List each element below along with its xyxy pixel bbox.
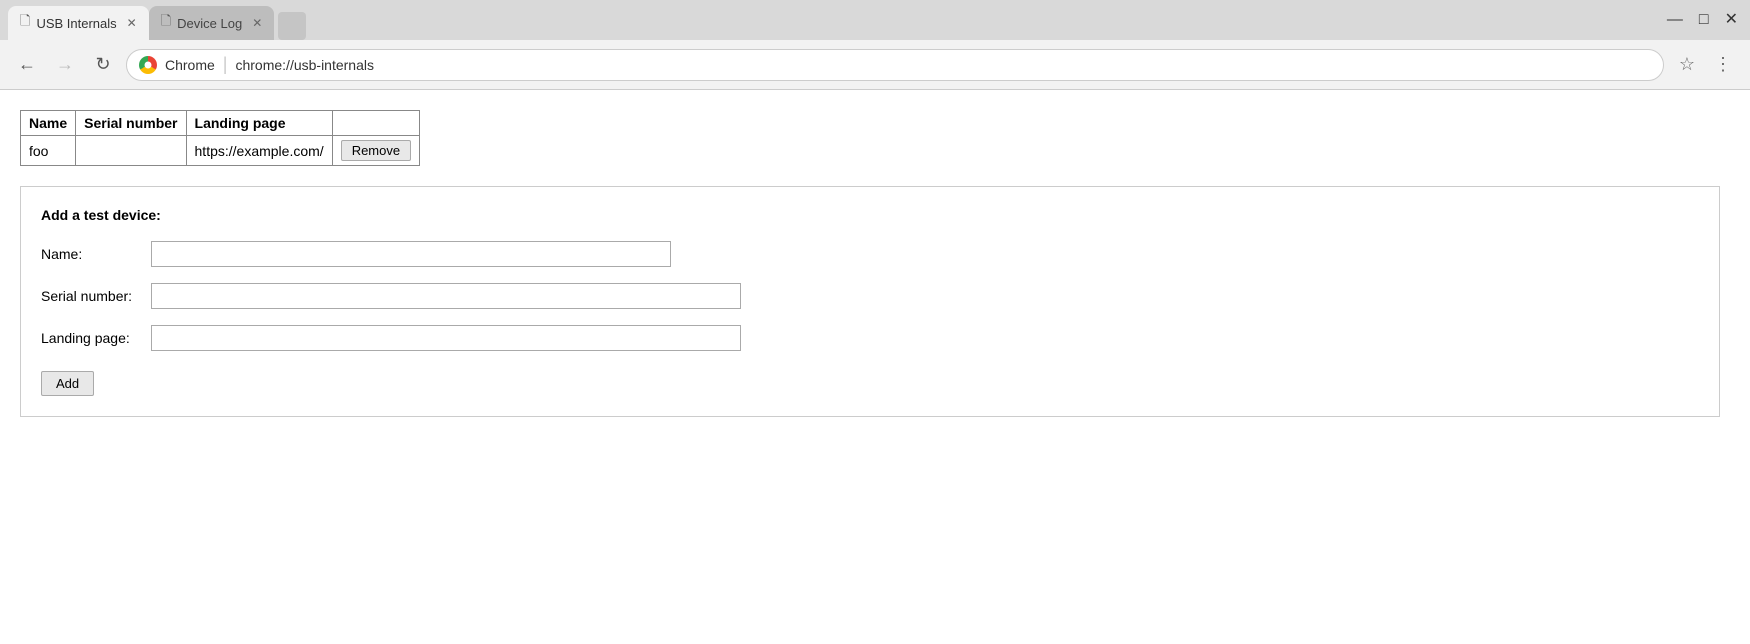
add-device-title: Add a test device:	[41, 207, 1699, 223]
close-button[interactable]: ✕	[1725, 12, 1738, 28]
add-button[interactable]: Add	[41, 371, 94, 396]
tab-device-log[interactable]: 🗋 Device Log ✕	[149, 6, 275, 40]
chrome-icon	[139, 56, 157, 74]
window-controls: — □ ✕	[1667, 12, 1738, 28]
remove-button[interactable]: Remove	[341, 140, 411, 161]
cell-action: Remove	[332, 136, 419, 166]
col-header-landing: Landing page	[186, 111, 332, 136]
bookmark-button[interactable]: ☆	[1672, 50, 1702, 80]
reload-button[interactable]: ↻	[88, 50, 118, 80]
new-tab-button[interactable]	[278, 12, 306, 40]
forward-button[interactable]: →	[50, 50, 80, 80]
tab-usb-internals[interactable]: 🗋 USB Internals ✕	[8, 6, 149, 40]
tab-page-icon: 🗋	[20, 12, 30, 34]
toolbar: ← → ↻ Chrome | chrome://usb-internals ☆ …	[0, 40, 1750, 90]
menu-button[interactable]: ⋮	[1708, 50, 1738, 80]
title-bar: 🗋 USB Internals ✕ 🗋 Device Log ✕ — □ ✕	[0, 0, 1750, 40]
minimize-button[interactable]: —	[1667, 12, 1683, 28]
device-table: Name Serial number Landing page foo http…	[20, 110, 420, 166]
landing-row: Landing page:	[41, 325, 1699, 351]
maximize-button[interactable]: □	[1699, 12, 1709, 28]
col-header-action	[332, 111, 419, 136]
cell-name: foo	[21, 136, 76, 166]
page-content: Name Serial number Landing page foo http…	[0, 90, 1750, 644]
serial-row: Serial number:	[41, 283, 1699, 309]
chrome-label: Chrome	[165, 57, 215, 73]
serial-label: Serial number:	[41, 288, 151, 304]
landing-input[interactable]	[151, 325, 741, 351]
back-button[interactable]: ←	[12, 50, 42, 80]
tab-usb-internals-close[interactable]: ✕	[127, 16, 137, 30]
tab-usb-internals-label: USB Internals	[36, 16, 116, 31]
address-bar[interactable]: Chrome | chrome://usb-internals	[126, 49, 1664, 81]
col-header-name: Name	[21, 111, 76, 136]
serial-input[interactable]	[151, 283, 741, 309]
url-text: chrome://usb-internals	[235, 57, 1651, 73]
address-separator: |	[223, 54, 228, 75]
cell-landing: https://example.com/	[186, 136, 332, 166]
tab-device-log-icon: 🗋	[161, 12, 171, 34]
table-row: foo https://example.com/ Remove	[21, 136, 420, 166]
name-label: Name:	[41, 246, 151, 262]
landing-label: Landing page:	[41, 330, 151, 346]
tab-device-log-close[interactable]: ✕	[252, 16, 262, 30]
cell-serial	[76, 136, 186, 166]
add-device-form: Add a test device: Name: Serial number: …	[20, 186, 1720, 417]
toolbar-right: ☆ ⋮	[1672, 50, 1738, 80]
tab-device-log-label: Device Log	[177, 16, 242, 31]
name-row: Name:	[41, 241, 1699, 267]
col-header-serial: Serial number	[76, 111, 186, 136]
name-input[interactable]	[151, 241, 671, 267]
